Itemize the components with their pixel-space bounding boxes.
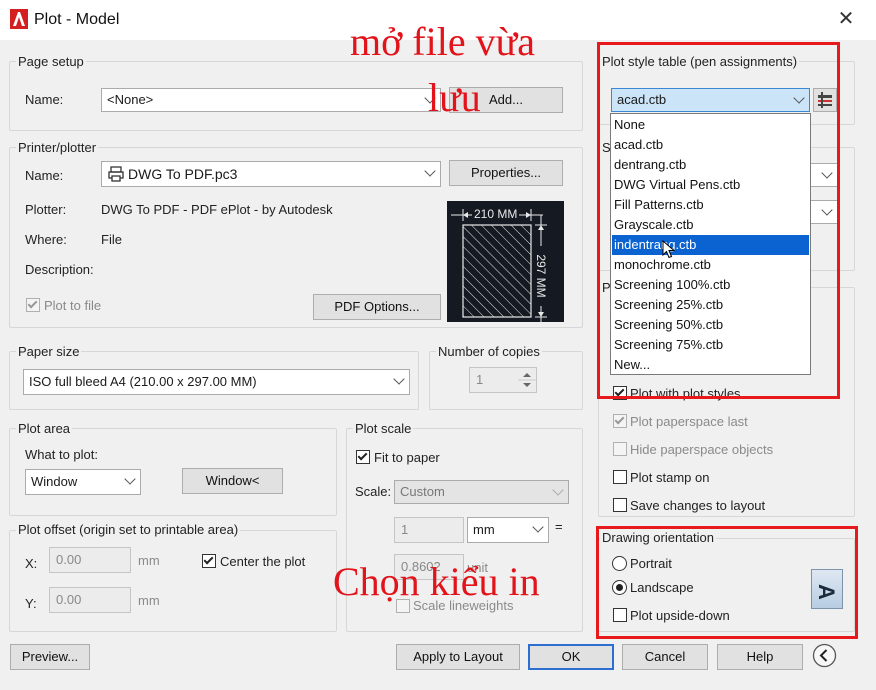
chevron-down-icon [532, 521, 544, 533]
chevron-down-icon [552, 484, 564, 496]
plot-stamp-checkbox[interactable] [613, 470, 627, 484]
fit-to-paper-label: Fit to paper [374, 450, 440, 465]
what-to-plot-combo[interactable]: Window [25, 469, 141, 495]
paper-size-combo[interactable]: ISO full bleed A4 (210.00 x 297.00 MM) [23, 369, 410, 395]
cancel-button[interactable]: Cancel [622, 644, 708, 670]
printer-plotter-label: Printer/plotter [16, 140, 99, 155]
autocad-logo-icon [10, 9, 28, 29]
offset-x-value: 0.00 [56, 552, 82, 567]
help-button[interactable]: Help [717, 644, 803, 670]
hide-paperspace-checkbox[interactable] [613, 442, 627, 456]
plotter-label: Plotter: [25, 202, 67, 217]
offset-y-label: Y: [25, 596, 37, 611]
annotation-box-plot-style [597, 42, 840, 399]
plot-paperspace-last-checkbox[interactable] [613, 414, 627, 428]
plotter-value: DWG To PDF - PDF ePlot - by Autodesk [101, 202, 333, 217]
copies-value: 1 [476, 372, 484, 387]
copies-label: Number of copies [436, 344, 542, 359]
offset-y-unit: mm [138, 593, 160, 608]
preview-width-label: 210 MM [472, 207, 520, 221]
scale-value1: 1 [401, 522, 409, 537]
printer-name-combo[interactable]: DWG To PDF.pc3 [101, 161, 441, 187]
plot-dialog: Plot - Model ✕ Page setup Name: <None> A… [0, 0, 876, 690]
properties-button[interactable]: Properties... [449, 160, 563, 186]
printer-name-label: Name: [25, 168, 64, 183]
offset-x-input[interactable]: 0.00 [49, 547, 131, 573]
copies-spinner-icon[interactable] [518, 369, 536, 391]
paper-size-label: Paper size [16, 344, 82, 359]
window-select-button[interactable]: Window< [182, 468, 283, 494]
page-setup-name-combo[interactable]: <None> [101, 88, 441, 112]
annotation-box-orientation [596, 526, 858, 639]
printer-name-value: DWG To PDF.pc3 [128, 166, 238, 182]
save-changes-label: Save changes to layout [630, 498, 766, 513]
what-to-plot-label: What to plot: [25, 447, 98, 462]
plotter-icon [108, 166, 124, 182]
collapse-options-icon[interactable] [812, 643, 837, 668]
window-title: Plot - Model [34, 11, 120, 28]
page-setup-label: Page setup [16, 54, 86, 69]
apply-to-layout-button[interactable]: Apply to Layout [396, 644, 520, 670]
scale-unit1: mm [473, 522, 495, 537]
scale-value: Custom [400, 484, 445, 499]
annotation-text-choose-style: Chọn kiểu in [333, 559, 540, 604]
chevron-down-icon [393, 373, 405, 385]
offset-x-label: X: [25, 556, 38, 571]
where-value: File [101, 232, 122, 247]
offset-x-unit: mm [138, 553, 160, 568]
plot-paperspace-last-label: Plot paperspace last [630, 414, 748, 429]
plot-area-label: Plot area [16, 421, 73, 436]
preview-button[interactable]: Preview... [10, 644, 90, 670]
offset-y-input[interactable]: 0.00 [49, 587, 131, 613]
scale-label: Scale: [355, 484, 392, 499]
chevron-down-icon [124, 473, 136, 485]
annotation-text-saved: lưu [428, 75, 481, 120]
plot-scale-label: Plot scale [353, 421, 414, 436]
scale-equals: = [555, 519, 563, 534]
pdf-options-button[interactable]: PDF Options... [313, 294, 441, 320]
paper-size-value: ISO full bleed A4 (210.00 x 297.00 MM) [29, 374, 257, 389]
page-setup-name-value: <None> [107, 92, 154, 107]
chevron-down-icon [424, 165, 436, 177]
ok-button[interactable]: OK [528, 644, 614, 670]
scale-unit-combo[interactable]: mm [467, 517, 549, 543]
hide-paperspace-label: Hide paperspace objects [630, 442, 774, 457]
scale-value1-input[interactable]: 1 [394, 517, 464, 543]
offset-y-value: 0.00 [56, 592, 82, 607]
plot-stamp-label: Plot stamp on [630, 470, 710, 485]
page-setup-name-label: Name: [25, 92, 64, 107]
save-changes-checkbox[interactable] [613, 498, 627, 512]
preview-height-label: 297 MM [534, 246, 548, 306]
plot-offset-group [9, 530, 337, 632]
fit-to-paper-checkbox[interactable] [356, 450, 370, 464]
what-to-plot-value: Window [31, 474, 78, 489]
where-label: Where: [25, 232, 67, 247]
plot-to-file-label: Plot to file [44, 298, 102, 313]
description-label: Description: [25, 262, 94, 277]
center-plot-label: Center the plot [220, 554, 306, 569]
plot-to-file-checkbox[interactable] [26, 298, 40, 312]
scale-combo[interactable]: Custom [394, 480, 569, 504]
close-icon[interactable]: ✕ [833, 6, 859, 32]
plot-offset-label: Plot offset (origin set to printable are… [16, 522, 241, 537]
paper-preview: 210 MM 297 MM [447, 201, 564, 322]
annotation-text-open-file: mở file vừa [350, 19, 535, 64]
center-plot-checkbox[interactable] [202, 554, 216, 568]
